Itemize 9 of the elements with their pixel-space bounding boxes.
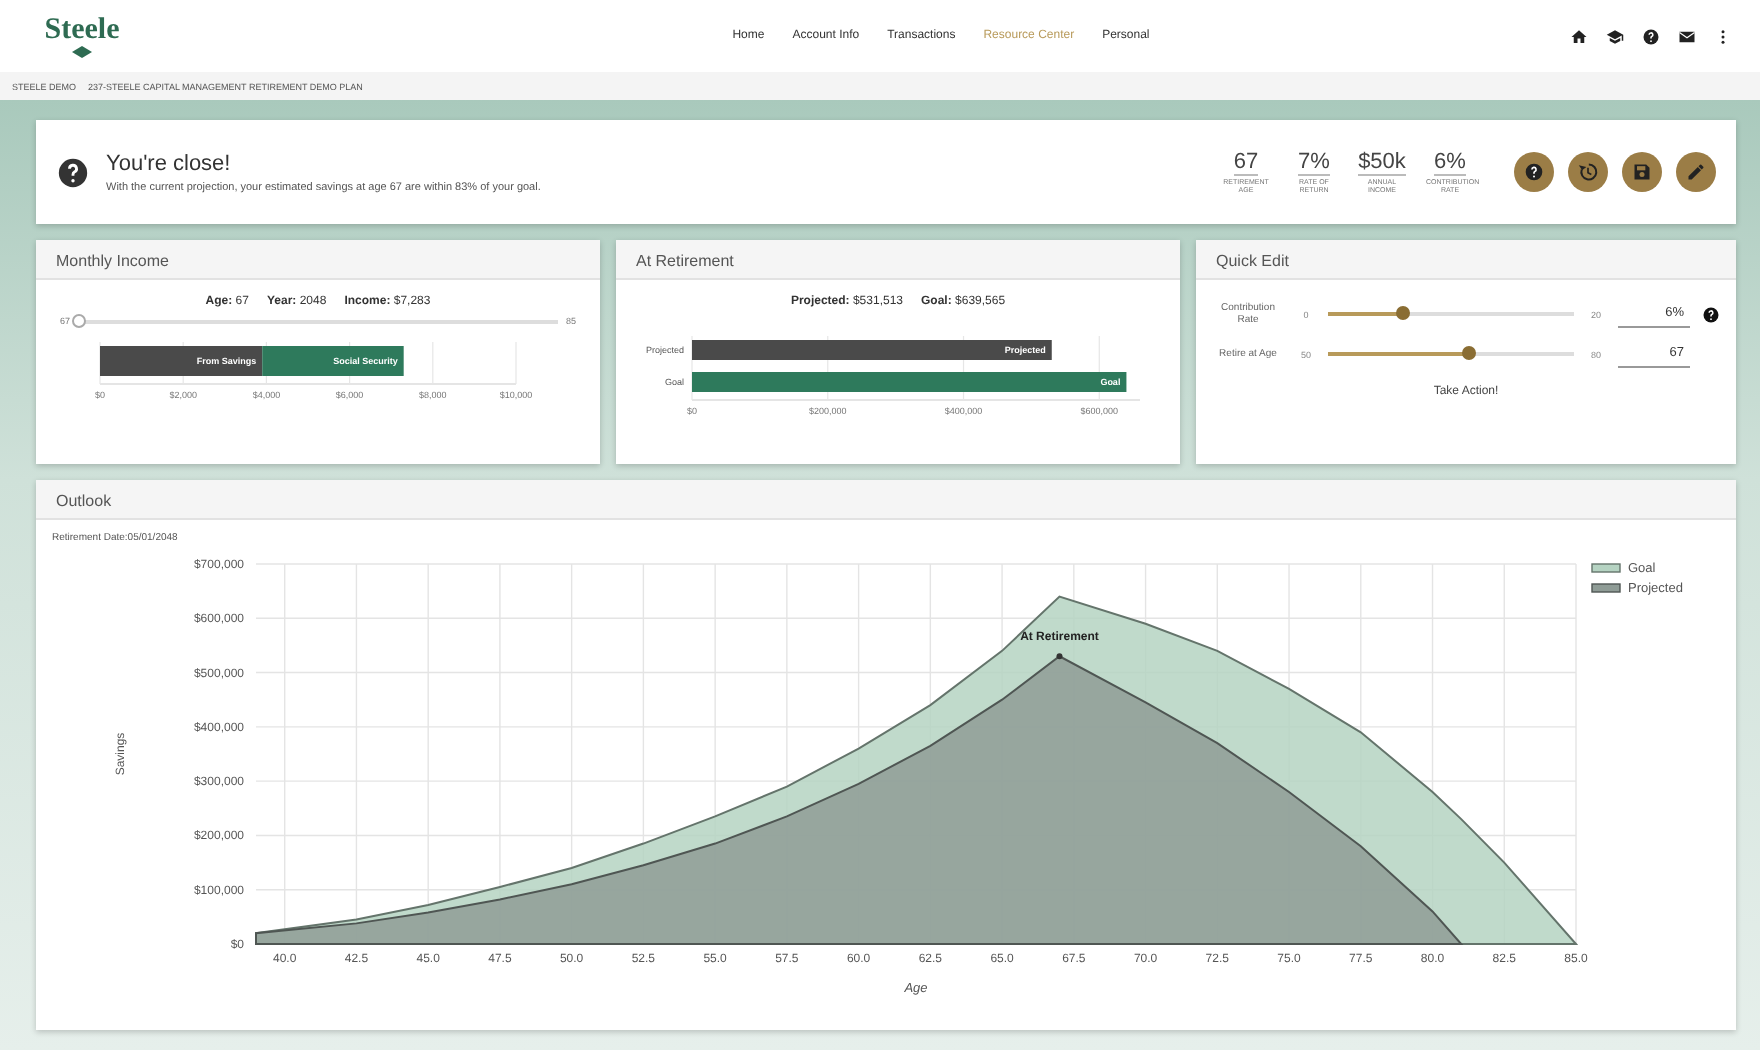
stat-value: 6% (1434, 150, 1466, 176)
stat-value: $50k (1358, 150, 1406, 176)
stat-value: 67 (1233, 150, 1259, 176)
card-title: Quick Edit (1196, 240, 1736, 280)
card-title: Monthly Income (36, 240, 600, 280)
card-title: Outlook (36, 480, 1736, 520)
stat-value: 7% (1298, 150, 1330, 176)
card-title: At Retirement (616, 240, 1180, 280)
summary-title: You're close! (106, 151, 233, 175)
